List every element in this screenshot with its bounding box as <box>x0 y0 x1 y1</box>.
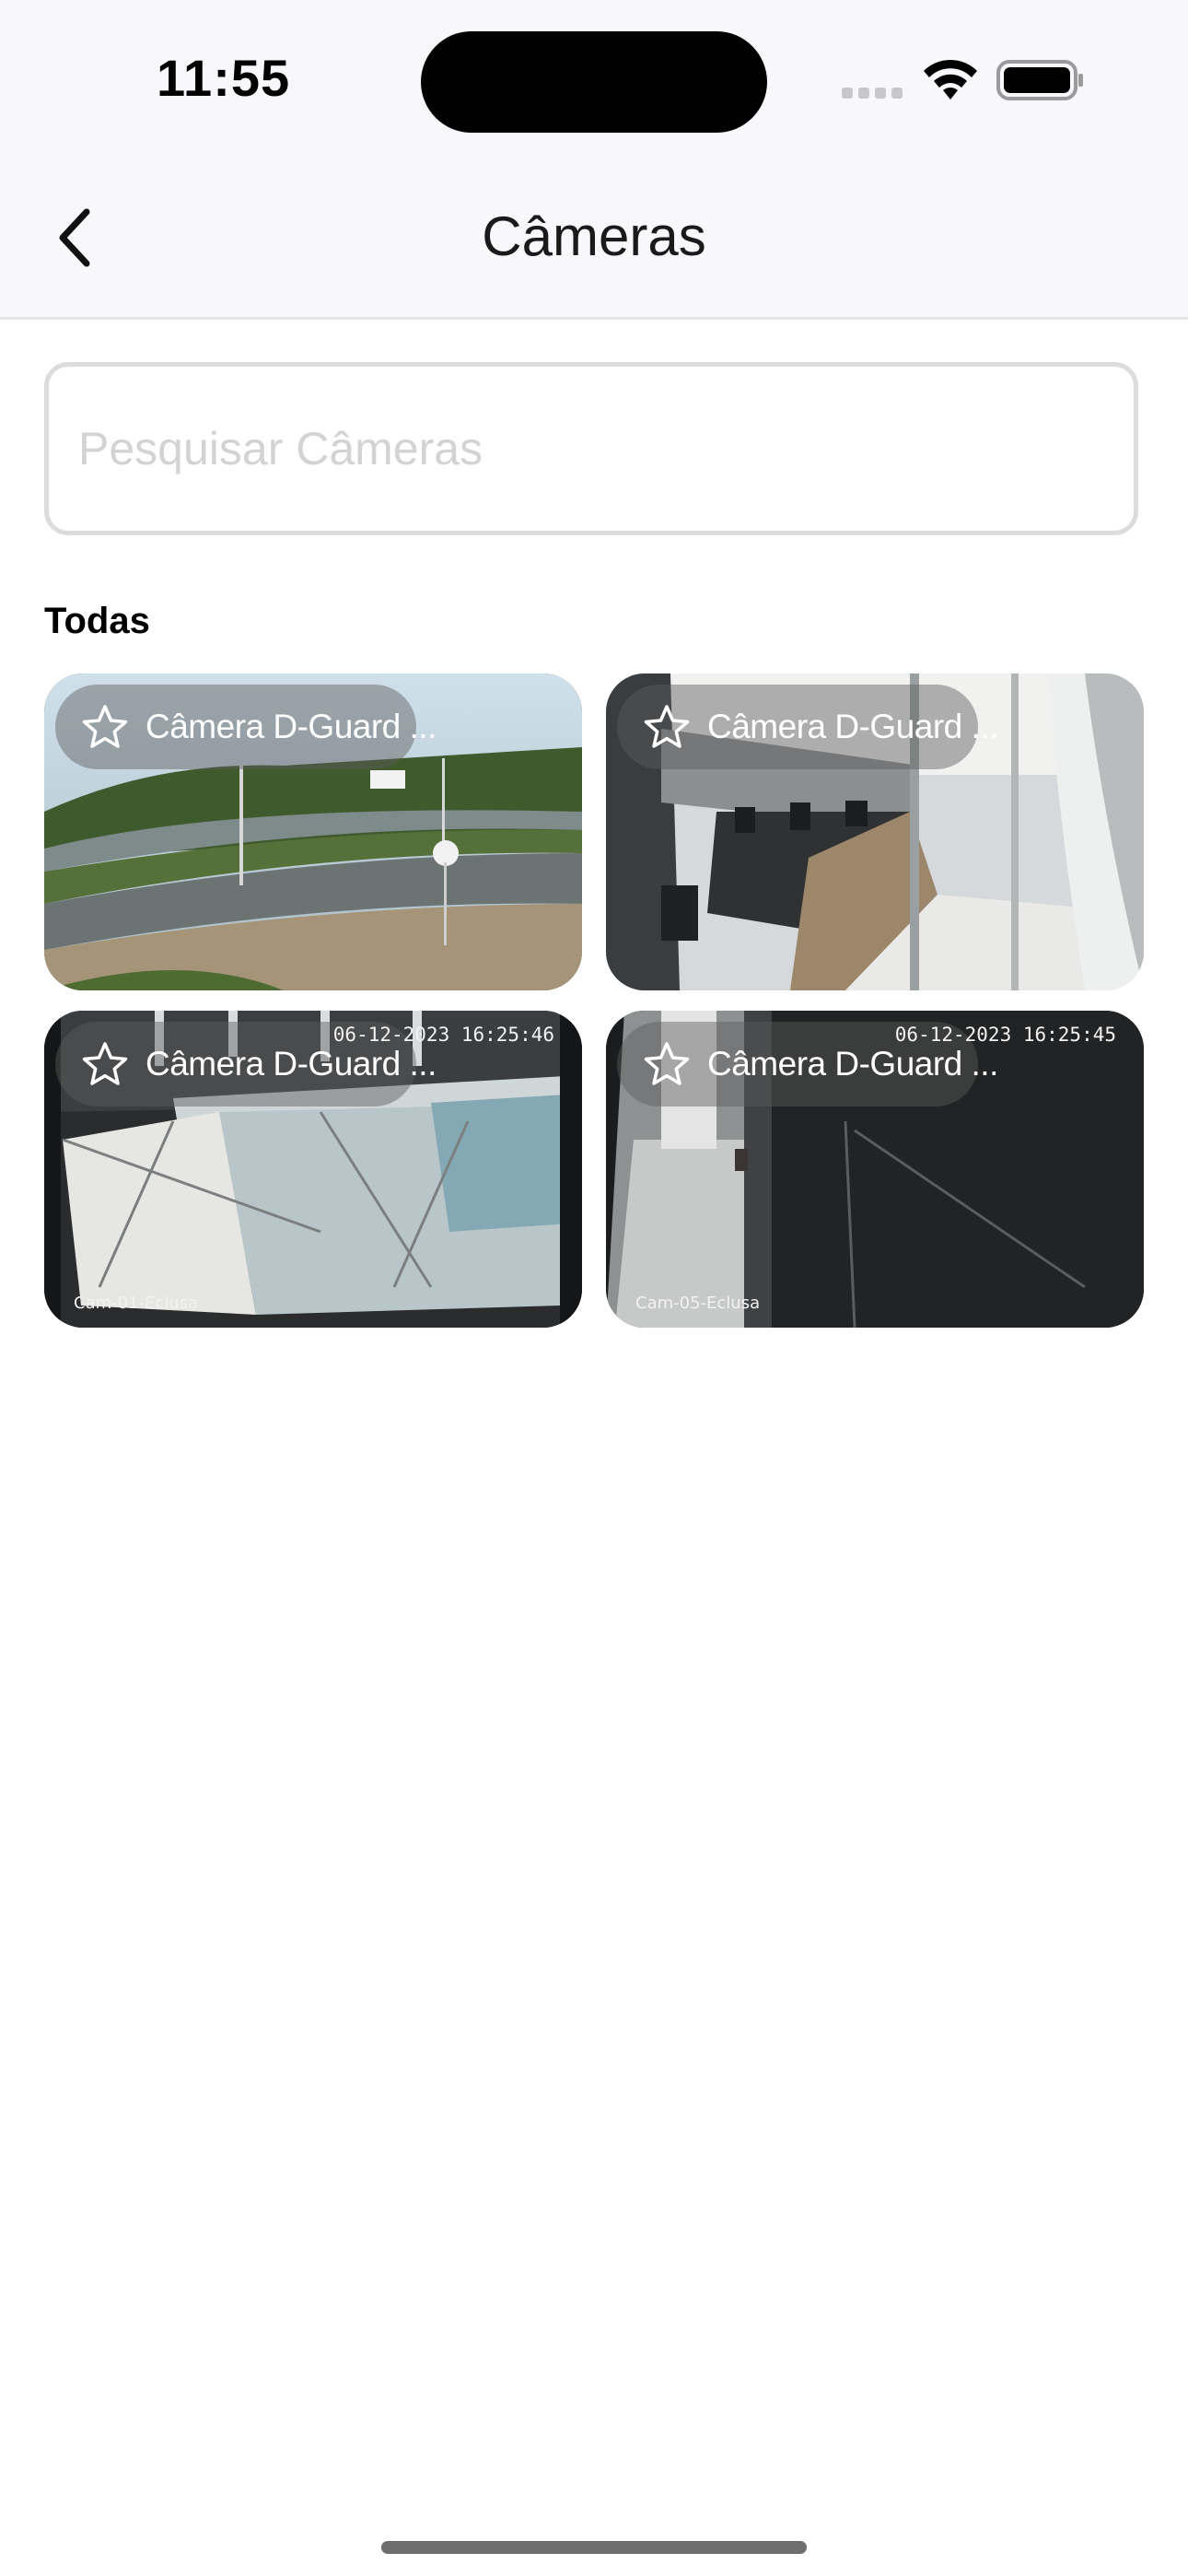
status-time: 11:55 <box>157 49 291 107</box>
navigation-bar: Câmeras <box>0 162 1188 320</box>
battery-icon <box>996 60 1083 100</box>
page-title: Câmeras <box>482 205 706 267</box>
camera-card[interactable]: Câmera D-Guard ... <box>606 673 1144 990</box>
camera-name: Câmera D-Guard ... <box>146 708 437 745</box>
camera-timestamp: 06-12-2023 16:25:45 <box>894 1024 1116 1046</box>
camera-card[interactable]: Câmera D-Guard ... <box>44 673 582 990</box>
star-icon[interactable] <box>81 1040 129 1088</box>
camera-name: Câmera D-Guard ... <box>146 1045 437 1083</box>
camera-card[interactable]: Câmera D-Guard ... 06-12-2023 16:25:45 C… <box>606 1011 1144 1328</box>
camera-name: Câmera D-Guard ... <box>707 708 998 745</box>
star-icon[interactable] <box>643 703 691 751</box>
dynamic-island <box>421 31 767 133</box>
camera-timestamp: 06-12-2023 16:25:46 <box>332 1024 554 1046</box>
search-input[interactable] <box>49 367 1134 531</box>
camera-name: Câmera D-Guard ... <box>707 1045 998 1083</box>
wifi-icon <box>924 59 977 100</box>
status-bar: 11:55 <box>0 0 1188 162</box>
camera-card[interactable]: Câmera D-Guard ... 06-12-2023 16:25:46 C… <box>44 1011 582 1328</box>
home-indicator[interactable] <box>381 2541 807 2554</box>
camera-id-overlay: Cam-05-Eclusa <box>635 1294 761 1313</box>
section-label-all: Todas <box>44 601 150 641</box>
star-icon[interactable] <box>81 703 129 751</box>
signal-icon <box>842 88 903 99</box>
star-icon[interactable] <box>643 1040 691 1088</box>
camera-label: Câmera D-Guard ... <box>55 685 437 769</box>
camera-label: Câmera D-Guard ... <box>617 685 998 769</box>
search-field-container <box>44 362 1138 535</box>
camera-id-overlay: Cam-01-Eclusa <box>74 1294 199 1313</box>
